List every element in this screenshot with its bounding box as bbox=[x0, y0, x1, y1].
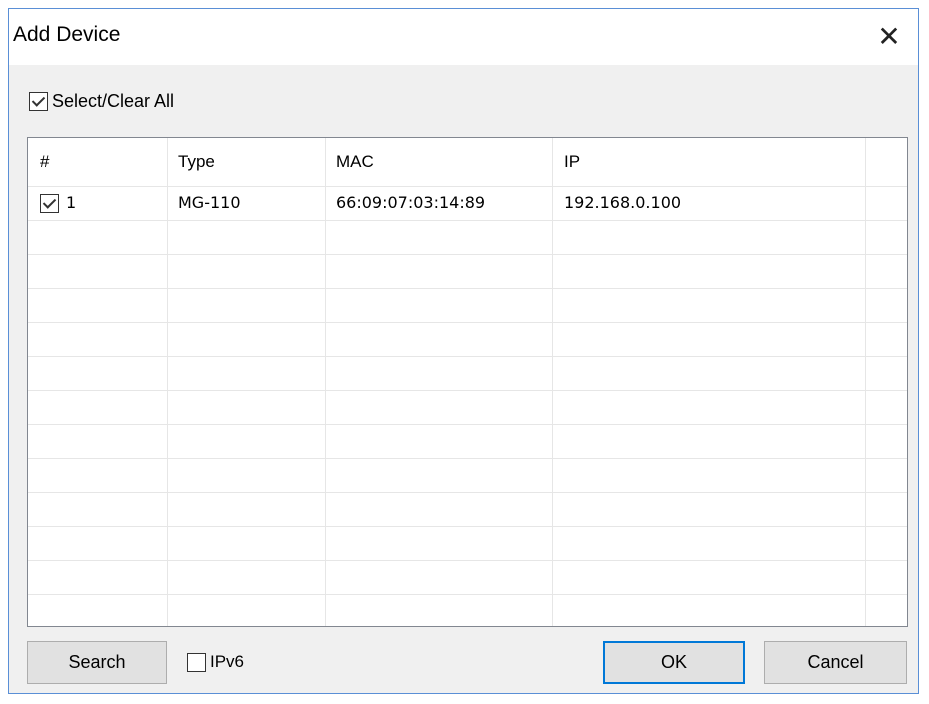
ipv6-checkbox[interactable]: IPv6 bbox=[187, 652, 244, 672]
ipv6-check-icon[interactable] bbox=[187, 652, 206, 672]
select-all-label: Select/Clear All bbox=[52, 91, 175, 111]
row-divider bbox=[28, 594, 907, 595]
row-divider bbox=[28, 322, 907, 323]
row-type: MG-110 bbox=[178, 193, 241, 212]
title-bar: Add Device ✕ bbox=[9, 9, 918, 65]
row-divider bbox=[28, 424, 907, 425]
column-divider bbox=[167, 138, 168, 626]
column-header-mac[interactable]: MAC bbox=[336, 138, 374, 186]
ipv6-label: IPv6 bbox=[210, 652, 245, 671]
row-divider bbox=[28, 288, 907, 289]
column-divider bbox=[552, 138, 553, 626]
column-header-type[interactable]: Type bbox=[178, 138, 215, 186]
row-divider bbox=[28, 458, 907, 459]
row-divider bbox=[28, 220, 907, 221]
search-button[interactable]: Search bbox=[27, 641, 167, 684]
ok-button[interactable]: OK bbox=[603, 641, 745, 684]
row-divider bbox=[28, 492, 907, 493]
cancel-button[interactable]: Cancel bbox=[764, 641, 907, 684]
row-divider bbox=[28, 356, 907, 357]
row-mac: 66:09:07:03:14:89 bbox=[336, 193, 486, 212]
close-icon[interactable]: ✕ bbox=[872, 19, 906, 53]
row-divider bbox=[28, 560, 907, 561]
row-index: 1 bbox=[66, 193, 77, 212]
row-divider bbox=[28, 526, 907, 527]
add-device-dialog: Add Device ✕ Select/Clear All # Type MAC… bbox=[8, 8, 919, 694]
window-title: Add Device bbox=[13, 23, 121, 46]
select-all-checkbox[interactable]: Select/Clear All bbox=[29, 91, 174, 112]
column-divider bbox=[325, 138, 326, 626]
column-header-ip[interactable]: IP bbox=[564, 138, 580, 186]
column-header-index[interactable]: # bbox=[40, 138, 49, 186]
column-divider bbox=[865, 138, 866, 626]
device-list[interactable]: # Type MAC IP 1 MG-110 66:09:07:03:14:89… bbox=[27, 137, 908, 627]
row-checkbox[interactable] bbox=[40, 194, 59, 213]
row-divider bbox=[28, 390, 907, 391]
row-ip: 192.168.0.100 bbox=[564, 193, 682, 212]
select-all-check-icon[interactable] bbox=[29, 92, 48, 111]
row-divider bbox=[28, 254, 907, 255]
